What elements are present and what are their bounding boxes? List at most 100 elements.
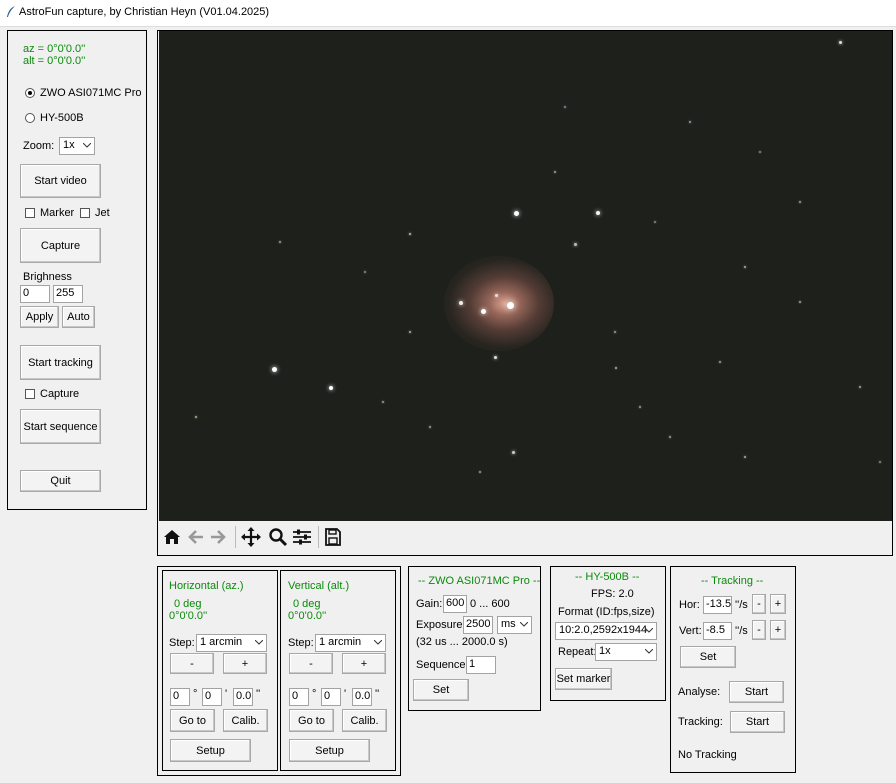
brightness-min-field[interactable]: 0 (20, 285, 50, 303)
star (759, 151, 761, 153)
gain-field[interactable]: 600 (443, 595, 467, 613)
analyse-start-button[interactable]: Start (729, 681, 784, 703)
deg-symbol: ° (193, 688, 198, 700)
vert-rate-field[interactable]: -8.5 (703, 622, 732, 640)
jet-checkbox[interactable] (80, 208, 90, 218)
auto-button[interactable]: Auto (62, 306, 95, 328)
star (494, 356, 497, 359)
vertical-min-field[interactable]: 0 (321, 688, 341, 706)
jet-label: Jet (95, 207, 110, 219)
horizontal-sec-field[interactable]: 0.0 (233, 688, 253, 706)
brightness-max-field[interactable]: 255 (53, 285, 83, 303)
configure-subplots-icon[interactable] (292, 527, 312, 547)
horizontal-plus-button[interactable]: + (223, 653, 267, 674)
vertical-setup-button[interactable]: Setup (289, 739, 370, 762)
apply-button[interactable]: Apply (20, 306, 59, 328)
hy-format-label: Format (ID:fps,size) (558, 606, 655, 618)
horizontal-deg-field[interactable]: 0 (170, 688, 190, 706)
hy-repeat-select[interactable]: 1x (595, 643, 657, 661)
vertical-goto-button[interactable]: Go to (289, 709, 334, 732)
save-icon[interactable] (324, 527, 342, 547)
star (719, 361, 721, 363)
sequence-field[interactable]: 1 (466, 656, 496, 674)
star (495, 294, 498, 297)
vert-rate-plus-button[interactable]: + (770, 620, 786, 640)
vertical-calib-button[interactable]: Calib. (342, 709, 387, 732)
home-icon[interactable] (163, 527, 181, 547)
star (329, 386, 333, 390)
zoom-select[interactable]: 1x (59, 137, 95, 155)
hy-format-select[interactable]: 10:2.0,2592x1944 (555, 622, 657, 640)
star (654, 221, 656, 223)
start-tracking-button[interactable]: Start tracking (20, 345, 101, 380)
exposure-unit-value: ms (501, 618, 516, 630)
capture-button[interactable]: Capture (20, 228, 101, 263)
toolbar-separator (235, 526, 236, 548)
exposure-unit-select[interactable]: ms (497, 616, 532, 634)
horizontal-min-field[interactable]: 0 (202, 688, 222, 706)
sec-symbol: '' (256, 688, 261, 700)
hor-rate-minus-button[interactable]: - (752, 594, 766, 614)
camera-radio-zwo[interactable] (25, 88, 35, 98)
hor-rate-field[interactable]: -13.5 (703, 596, 732, 614)
hy-format-value: 10:2.0,2592x1944 (559, 624, 648, 636)
star (614, 331, 616, 333)
horizontal-setup-button[interactable]: Setup (170, 739, 251, 762)
vert-rate-label: Vert: (679, 625, 702, 637)
vertical-step-label: Step: (288, 637, 314, 649)
horizontal-step-select[interactable]: 1 arcmin (196, 634, 267, 652)
gain-range: 0 ... 600 (470, 598, 510, 610)
quit-button[interactable]: Quit (20, 470, 101, 492)
feather-icon (7, 6, 15, 17)
horizontal-minus-button[interactable]: - (170, 653, 214, 674)
vertical-minus-button[interactable]: - (289, 653, 333, 674)
star (859, 386, 861, 388)
zoom-icon[interactable] (268, 527, 288, 547)
zwo-set-button[interactable]: Set (413, 679, 469, 701)
marker-label: Marker (40, 207, 75, 219)
hy-repeat-value: 1x (599, 645, 611, 657)
tracking-set-button[interactable]: Set (680, 646, 736, 668)
set-marker-button[interactable]: Set marker (555, 668, 612, 690)
chevron-down-icon (645, 628, 653, 633)
forward-arrow-icon[interactable] (209, 527, 227, 547)
marker-checkbox[interactable] (25, 208, 35, 218)
hor-rate-plus-button[interactable]: + (770, 594, 786, 614)
horizontal-calib-button[interactable]: Calib. (223, 709, 268, 732)
star (481, 309, 486, 314)
start-sequence-button[interactable]: Start sequence (20, 409, 101, 444)
star (879, 461, 881, 463)
camera-radio-hy[interactable] (25, 113, 35, 123)
star (554, 171, 556, 173)
exposure-field[interactable]: 2500 (463, 616, 493, 634)
zwo-title: -- ZWO ASI071MC Pro -- (418, 575, 541, 587)
title-bar: AstroFun capture, by Christian Heyn (V01… (0, 0, 896, 27)
sky-image (159, 31, 892, 521)
hor-rate-label: Hor: (679, 599, 700, 611)
chevron-down-icon (520, 622, 528, 627)
back-arrow-icon[interactable] (187, 527, 205, 547)
brightness-label: Brighness (23, 271, 72, 283)
vertical-step-select[interactable]: 1 arcmin (315, 634, 386, 652)
start-video-button[interactable]: Start video (20, 164, 101, 198)
vertical-plus-button[interactable]: + (342, 653, 386, 674)
pan-icon[interactable] (241, 527, 261, 547)
horizontal-title: Horizontal (az.) (169, 580, 244, 592)
chevron-down-icon (645, 649, 653, 654)
vertical-title: Vertical (alt.) (288, 580, 350, 592)
hy-repeat-label: Repeat: (558, 646, 597, 658)
tracking-start-button[interactable]: Start (730, 711, 785, 733)
star (799, 201, 801, 203)
vertical-step-value: 1 arcmin (319, 636, 362, 648)
alt-readout: alt = 0°0'0.0'' (23, 55, 86, 67)
chevron-down-icon (83, 143, 91, 148)
star (639, 406, 641, 408)
vertical-deg-field[interactable]: 0 (289, 688, 309, 706)
vertical-sec-field[interactable]: 0.0 (352, 688, 372, 706)
vert-rate-minus-button[interactable]: - (752, 620, 766, 640)
tracking-status: No Tracking (678, 749, 737, 761)
capture-checkbox[interactable] (25, 389, 35, 399)
star (615, 367, 617, 369)
window-title: AstroFun capture, by Christian Heyn (V01… (19, 6, 270, 18)
horizontal-goto-button[interactable]: Go to (170, 709, 215, 732)
